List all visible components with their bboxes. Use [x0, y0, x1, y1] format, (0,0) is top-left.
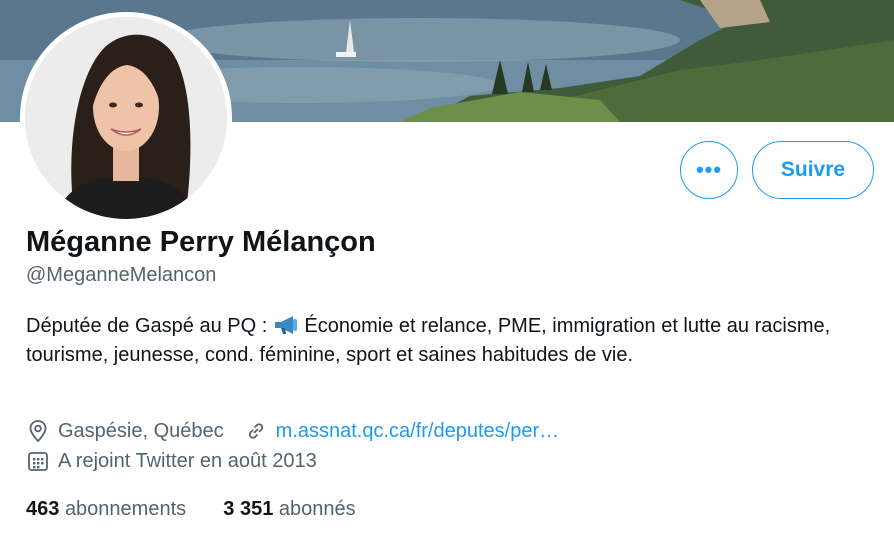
following-label: abonnements	[64, 498, 187, 520]
profile-website-link[interactable]: m.assnat.qc.ca/fr/deputes/per…	[276, 420, 559, 443]
megaphone-icon	[273, 315, 299, 335]
followers-label: abonnés	[278, 498, 356, 520]
bio-text-part1: Députée de Gaspé au PQ :	[26, 315, 273, 337]
location-pin-icon	[26, 419, 50, 443]
more-icon: •••	[695, 157, 723, 182]
profile-meta-row: Gaspésie, Québec m.assnat.qc.ca/fr/deput…	[26, 419, 559, 443]
profile-joined-row: A rejoint Twitter en août 2013	[26, 449, 317, 473]
following-link[interactable]: 463 abonnements	[26, 498, 186, 520]
following-count: 463	[26, 498, 60, 520]
profile-stats: 463 abonnements 3 351 abonnés	[26, 498, 356, 521]
follow-button-label: Suivre	[780, 158, 846, 181]
more-options-button[interactable]: •••	[680, 141, 738, 199]
calendar-icon	[26, 449, 50, 473]
follow-button[interactable]: Suivre	[752, 141, 874, 199]
profile-name: Méganne Perry Mélançon	[26, 226, 376, 258]
avatar[interactable]	[20, 12, 232, 224]
profile-location: Gaspésie, Québec	[58, 419, 224, 442]
avatar-image	[25, 17, 227, 219]
link-icon	[244, 419, 268, 443]
followers-link[interactable]: 3 351 abonnés	[223, 498, 355, 520]
followers-count: 3 351	[223, 498, 274, 520]
profile-joined-date: A rejoint Twitter en août 2013	[58, 449, 317, 472]
profile-bio: Députée de Gaspé au PQ : Économie et rel…	[26, 312, 871, 370]
profile-handle: @MeganneMelancon	[26, 264, 217, 286]
